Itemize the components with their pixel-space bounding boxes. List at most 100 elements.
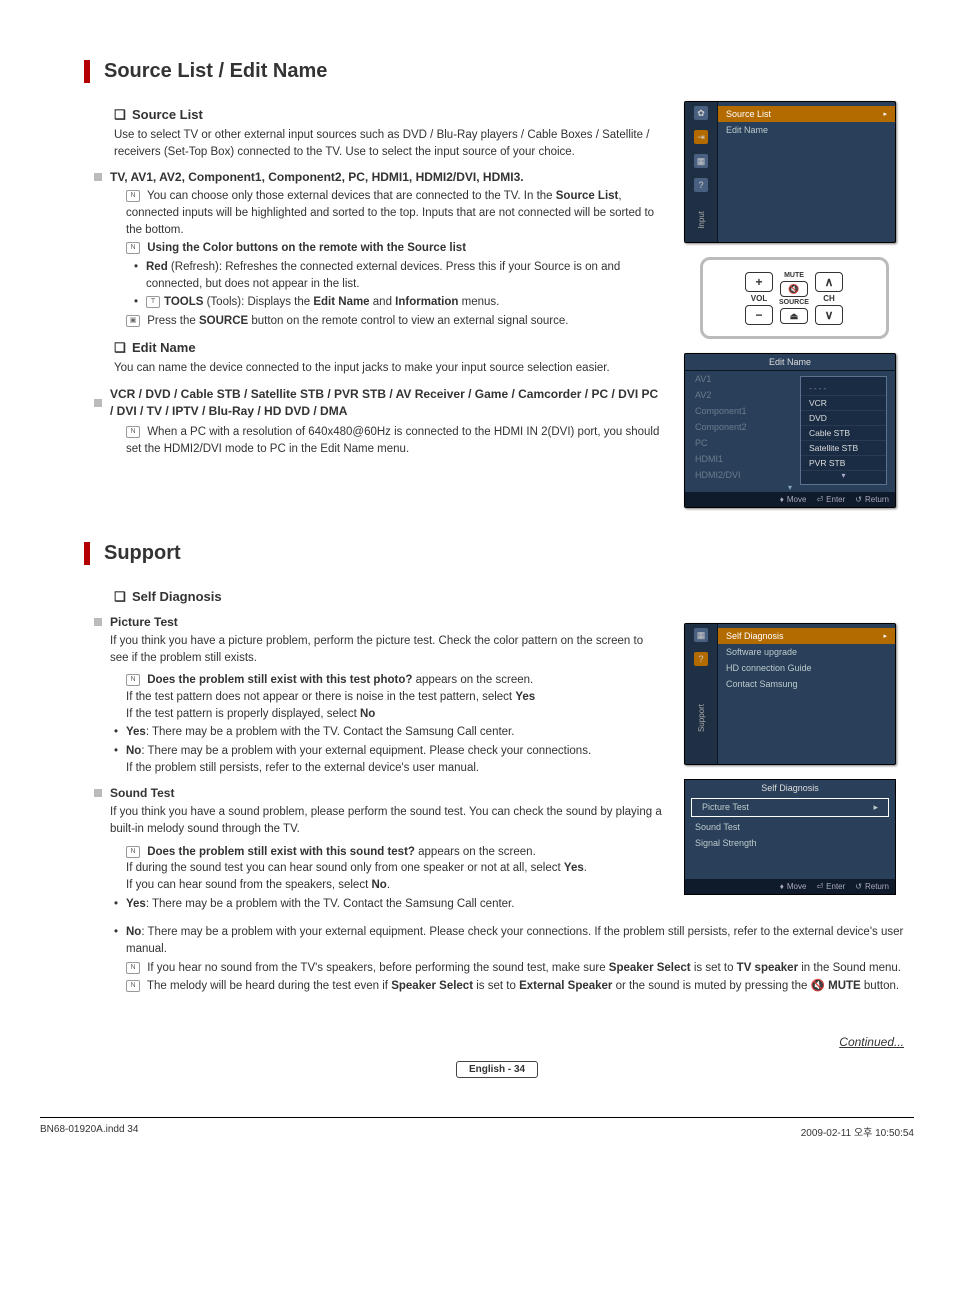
source-button[interactable]: ⏏ (780, 308, 808, 324)
popup-item-cablestb[interactable]: Cable STB (801, 426, 886, 441)
pic-sub2b: No (360, 708, 375, 720)
pic-yes-text: : There may be a problem with the TV. Co… (146, 726, 515, 738)
popup-item-pvrstb[interactable]: PVR STB (801, 456, 886, 471)
picture-test-heading: Picture Test (94, 615, 664, 629)
picture-test-desc: If you think you have a picture problem,… (110, 633, 664, 666)
popup-item-dash[interactable]: ---- (801, 381, 886, 396)
ch-down-button[interactable]: ∨ (815, 305, 843, 325)
osd-item-source-list[interactable]: Source List ▸ (718, 106, 895, 122)
tools-remote-icon: T (146, 296, 160, 308)
print-timestamp: 2009-02-11 오후 10:50:54 (801, 1124, 914, 1139)
osd-item-hd-guide[interactable]: HD connection Guide (718, 660, 895, 676)
app-icon: ▦ (694, 628, 708, 642)
help-icon: ? (694, 652, 708, 666)
mel-g: button. (861, 980, 899, 992)
osd-item-self-diag[interactable]: Self Diagnosis ▸ (718, 628, 895, 644)
note-icon: N (126, 674, 140, 686)
footer-return: ↺ Return (855, 882, 889, 891)
osd-item-label: Self Diagnosis (726, 631, 784, 641)
picture-test-text: Picture Test (110, 615, 178, 629)
sound-test-question: N Does the problem still exist with this… (112, 844, 664, 894)
footer-move: ♦ Move (780, 495, 807, 504)
pic-q: Does the problem still exist with this t… (147, 674, 412, 686)
sound-sub2b: No (371, 879, 386, 891)
page-footer: English - 34 (90, 1059, 904, 1077)
device-list-text: VCR / DVD / Cable STB / Satellite STB / … (110, 386, 664, 420)
square-bullet-icon (94, 399, 102, 407)
diag-row-sound[interactable]: Sound Test (685, 819, 895, 835)
diag-title: Self Diagnosis (685, 780, 895, 796)
red-desc: (Refresh): Refreshes the connected exter… (146, 261, 620, 290)
sound-yes-text: : There may be a problem with the TV. Co… (146, 898, 515, 910)
mel-e: or the sound is muted by pressing the (612, 980, 810, 992)
color-head: Using the Color buttons on the remote wi… (147, 242, 466, 254)
sound-test-text: Sound Test (110, 786, 174, 800)
sound-no-text: : There may be a problem with your exter… (126, 926, 903, 955)
osd-footer: ♦ Move ⏎ Enter ↺ Return (685, 879, 895, 894)
ch-up-button[interactable]: ∧ (815, 272, 843, 292)
osd-self-diag-panel: Self Diagnosis Picture Test ▸ Sound Test… (684, 779, 896, 895)
tools-mid: and (370, 296, 396, 308)
edit-name-heading-text: Edit Name (132, 340, 196, 355)
press-source: ▣ Press the SOURCE button on the remote … (112, 313, 664, 330)
sound-q-after: appears on the screen. (415, 846, 536, 858)
popup-item-satstb[interactable]: Satellite STB (801, 441, 886, 456)
osd-item-edit-name[interactable]: Edit Name (718, 122, 895, 138)
vol-down-button[interactable]: − (745, 305, 773, 325)
spk-c: is set to (691, 962, 737, 974)
sound-no: No: There may be a problem with your ext… (112, 924, 904, 957)
picture-no: No: There may be a problem with your ext… (112, 743, 664, 776)
osd-item-sw-upgrade[interactable]: Software upgrade (718, 644, 895, 660)
spk-a: If you hear no sound from the TV's speak… (147, 962, 609, 974)
note1b: Source List (556, 190, 619, 202)
osd-input-menu: ✿ ⇥ ▦ ? Input Source List ▸ Edit Name (684, 101, 896, 243)
osd-support-menu: ▦ ? Support Self Diagnosis ▸ Software up… (684, 623, 896, 765)
print-footer: BN68-01920A.indd 34 2009-02-11 오후 10:50:… (40, 1117, 914, 1139)
edit-name-desc: You can name the device connected to the… (114, 360, 664, 377)
osd-title: Edit Name (685, 354, 895, 371)
note-icon: N (126, 962, 140, 974)
red-refresh: Red (Refresh): Refreshes the connected e… (132, 259, 664, 292)
tools-end: menus. (458, 296, 499, 308)
device-list-heading: VCR / DVD / Cable STB / Satellite STB / … (94, 386, 664, 420)
mute-button[interactable]: 🔇 (780, 281, 808, 297)
mute-icon: 🔇 (788, 284, 799, 295)
popup-item-vcr[interactable]: VCR (801, 396, 886, 411)
yes-label2: Yes (126, 898, 146, 910)
inputs-heading-text: TV, AV1, AV2, Component1, Component2, PC… (110, 170, 524, 184)
popup-item-dvd[interactable]: DVD (801, 411, 886, 426)
file-name: BN68-01920A.indd 34 (40, 1124, 138, 1139)
press-b: SOURCE (199, 315, 248, 327)
mel-a: The melody will be heard during the test… (147, 980, 391, 992)
ch-label: CH (823, 294, 835, 303)
spk-d: TV speaker (737, 962, 798, 974)
continued-label: Continued... (90, 1035, 904, 1049)
bookmark-icon: ❏ (114, 589, 126, 605)
square-bullet-icon (94, 618, 102, 626)
mute-icon: 🔇 (811, 980, 829, 992)
diag-row-picture[interactable]: Picture Test ▸ (691, 798, 889, 817)
osd-side-label: Input (697, 211, 706, 229)
footer-return: ↺ Return (855, 495, 889, 504)
spk-b: Speaker Select (609, 962, 691, 974)
pc-note-text: When a PC with a resolution of 640x480@6… (126, 426, 659, 455)
pic-no-text: : There may be a problem with your exter… (141, 745, 591, 757)
self-diag-text: Self Diagnosis (132, 589, 222, 604)
tools-b2: Information (395, 296, 458, 308)
osd-item-contact[interactable]: Contact Samsung (718, 676, 895, 692)
pic-sub2a: If the test pattern is properly displaye… (126, 708, 360, 720)
inputs-heading: TV, AV1, AV2, Component1, Component2, PC… (94, 170, 664, 184)
square-bullet-icon (94, 173, 102, 181)
tools-desc: (Tools): Displays the (203, 296, 313, 308)
diag-row-signal[interactable]: Signal Strength (685, 835, 895, 851)
note-source-choice: N You can choose only those external dev… (112, 188, 664, 238)
section-title-sourcelist: Source List / Edit Name (84, 60, 904, 83)
sound-sub2a: If you can hear sound from the speakers,… (126, 879, 371, 891)
vol-up-button[interactable]: + (745, 272, 773, 292)
mel-d: External Speaker (519, 980, 612, 992)
osd-item-label: Software upgrade (726, 647, 797, 657)
note-icon: N (126, 242, 140, 254)
pic-no2-text: If the problem still persists, refer to … (126, 762, 479, 774)
edit-name-heading: ❏ Edit Name (114, 340, 664, 356)
melody-note: N The melody will be heard during the te… (112, 978, 904, 995)
